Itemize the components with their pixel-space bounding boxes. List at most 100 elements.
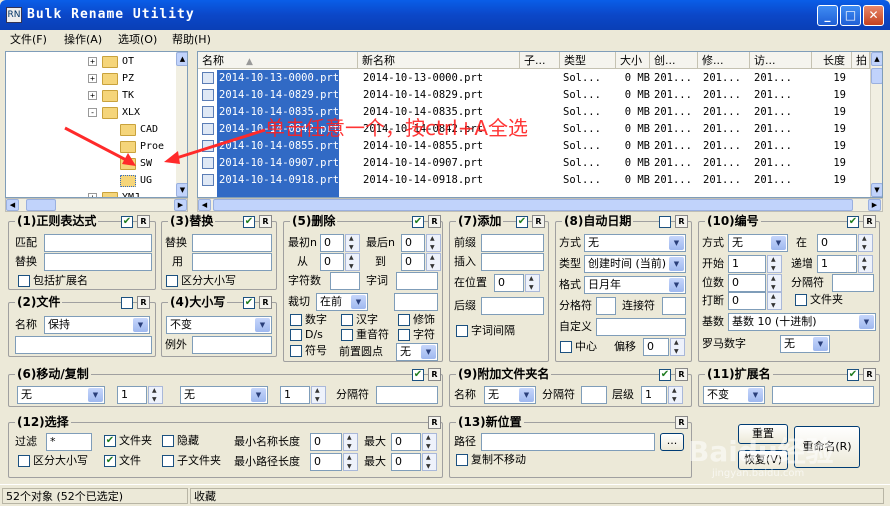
replace-enable-checkbox[interactable]: ✔ [243,216,255,228]
copy-no-move-checkbox[interactable] [456,454,468,466]
move-count-input[interactable]: 1 [117,386,147,404]
numbering-break-input[interactable]: 0 [728,292,766,310]
spinner[interactable] [426,234,441,252]
spinner[interactable] [767,255,782,273]
scroll-up-icon[interactable]: ▲ [176,52,187,66]
numbering-mode-select[interactable]: 无 ▼ [728,234,788,252]
remove-first-input[interactable]: 0 [320,234,344,252]
maximize-button[interactable]: □ [840,5,861,26]
list-horizontal-scrollbar[interactable]: ◀ ▶ [197,198,883,212]
case-except-input[interactable] [192,336,272,354]
table-row[interactable]: 2014-10-14-0918.prt 2014-10-14-0918.prt So… [198,172,870,189]
column-taken[interactable]: 拍 [852,52,870,69]
menu-file[interactable]: 文件(F) [10,32,47,48]
spinner[interactable] [767,292,782,310]
numbering-enable-checkbox[interactable]: ✔ [847,216,859,228]
remove-trim-checkbox[interactable] [398,314,410,326]
spinner[interactable] [668,386,683,404]
scroll-down-icon[interactable]: ▼ [871,183,882,197]
scroll-left-icon[interactable]: ◀ [6,199,19,211]
menu-action[interactable]: 操作(A) [64,32,102,48]
table-row[interactable] [198,189,870,197]
scroll-right-icon[interactable]: ▶ [868,199,881,211]
expand-icon[interactable]: + [88,57,97,66]
replace-reset-button[interactable]: R [259,215,272,228]
crop-input[interactable] [394,293,438,311]
column-type[interactable]: 类型 [560,52,616,69]
spinner[interactable] [345,253,360,271]
title-bar[interactable]: RN Bulk Rename Utility _ □ ✕ [0,0,890,30]
case-select[interactable]: 不变 ▼ [166,316,272,334]
date-enable-checkbox[interactable] [659,216,671,228]
extension-enable-checkbox[interactable]: ✔ [847,369,859,381]
remove-chars-input[interactable] [330,272,360,290]
scroll-thumb[interactable] [871,68,882,84]
remove-from-input[interactable]: 0 [320,253,344,271]
tree-item[interactable]: - XLX [6,105,176,121]
column-new-name[interactable]: 新名称 [358,52,520,69]
folders-checkbox[interactable]: ✔ [104,435,116,447]
numbering-sep-input[interactable] [832,274,874,292]
move-reset-button[interactable]: R [428,368,441,381]
file-name-select[interactable]: 保持 ▼ [44,316,150,334]
remove-ds-checkbox[interactable] [290,329,302,341]
min-name-input[interactable]: 0 [310,433,342,451]
tree-item[interactable]: + PZ [6,71,176,87]
add-reset-button[interactable]: R [532,215,545,228]
replace-from-input[interactable] [192,234,272,252]
file-enable-checkbox[interactable] [121,297,133,309]
regex-replace-input[interactable] [44,253,152,271]
selection-reset-button[interactable]: R [428,416,441,429]
column-name[interactable]: 名称 ▲ [198,52,358,69]
case-enable-checkbox[interactable]: ✔ [243,297,255,309]
tree-horizontal-scrollbar[interactable]: ◀ ▶ [5,198,188,212]
column-size[interactable]: 大小 [616,52,650,69]
numbering-reset-button[interactable]: R [863,215,876,228]
scroll-down-icon[interactable]: ▼ [176,183,187,197]
table-row[interactable]: 2014-10-14-0829.prt 2014-10-14-0829.prt So… [198,87,870,104]
spinner[interactable] [525,274,540,292]
numbering-pad-input[interactable]: 0 [728,274,766,292]
browse-button[interactable]: ... [660,433,684,451]
numbering-incr-input[interactable]: 1 [817,255,857,273]
numbering-roman-select[interactable]: 无 ▼ [780,335,830,353]
column-modified[interactable]: 修... [698,52,750,69]
date-custom-input[interactable] [596,318,686,336]
add-suffix-input[interactable] [481,297,544,315]
max-name-input[interactable]: 0 [391,433,421,451]
scroll-right-icon[interactable]: ▶ [174,199,187,211]
remove-reset-button[interactable]: R [428,215,441,228]
regex-match-input[interactable] [44,234,152,252]
remove-hanzi-checkbox[interactable] [341,314,353,326]
numbering-at-input[interactable]: 0 [817,234,857,252]
spinner[interactable] [422,433,437,451]
filter-input[interactable]: * [46,433,92,451]
expand-icon[interactable]: + [88,91,97,100]
crop-select[interactable]: 在前 ▼ [316,293,368,311]
min-path-input[interactable]: 0 [310,453,342,471]
spinner[interactable] [858,234,873,252]
table-row[interactable]: 2014-10-14-0907.prt 2014-10-14-0907.prt So… [198,155,870,172]
scroll-thumb[interactable] [26,199,56,211]
numbering-base-select[interactable]: 基数 10 (十进制) ▼ [728,313,876,331]
spinner[interactable] [767,274,782,292]
subfolders-checkbox[interactable] [162,455,174,467]
move-count2-input[interactable]: 1 [280,386,310,404]
remove-chars-checkbox[interactable] [398,329,410,341]
append-sep-input[interactable] [581,386,607,404]
word-space-checkbox[interactable] [456,325,468,337]
numbering-start-input[interactable]: 1 [728,255,766,273]
regex-reset-button[interactable]: R [137,215,150,228]
table-row[interactable]: 2014-10-13-0000.prt 2014-10-13-0000.prt So… [198,70,870,87]
scroll-left-icon[interactable]: ◀ [198,199,211,211]
spinner[interactable] [858,255,873,273]
add-pos-input[interactable]: 0 [494,274,524,292]
date-sep-input[interactable] [596,297,616,315]
date-connector-input[interactable] [662,297,686,315]
spinner[interactable] [670,338,685,356]
remove-digits-checkbox[interactable] [290,314,302,326]
spinner[interactable] [422,453,437,471]
replace-case-checkbox[interactable] [166,275,178,287]
scroll-thumb[interactable] [213,199,853,211]
spinner[interactable] [311,386,326,404]
